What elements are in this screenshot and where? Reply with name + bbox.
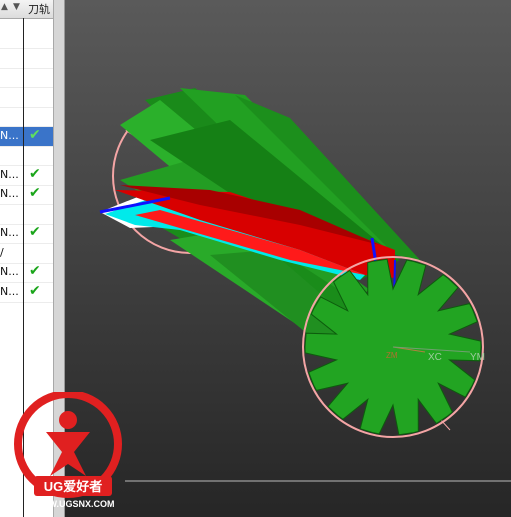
- navigator-row[interactable]: [0, 88, 53, 108]
- toolpath-ok-check-icon: ✔: [29, 185, 41, 201]
- navigator-row[interactable]: N... ✔: [0, 126, 53, 147]
- navigator-row[interactable]: N... ✔: [0, 283, 53, 303]
- operation-name: N...: [0, 128, 19, 142]
- toolpath-ok-check-icon: ✔: [29, 224, 41, 240]
- toolpath-column-header[interactable]: 刀轨: [28, 1, 50, 17]
- navigator-row[interactable]: [0, 107, 53, 127]
- navigator-row[interactable]: [0, 29, 53, 49]
- operation-name: N...: [0, 167, 19, 181]
- scroll-up-arrow-icon[interactable]: ▲: [1, 2, 8, 12]
- watermark-figure-icon: [46, 432, 90, 476]
- toolpath-ok-check-icon: ✔: [29, 282, 41, 299]
- watermark-logo-text: UG爱好者: [44, 479, 103, 494]
- navigator-row[interactable]: [0, 205, 53, 225]
- operation-name: N...: [0, 187, 19, 200]
- toolpath-ok-check-icon: ✔: [29, 165, 41, 182]
- navigator-row[interactable]: N... ✔: [0, 185, 53, 205]
- operation-name: N...: [0, 265, 19, 278]
- operation-name: /: [0, 245, 4, 259]
- operation-name: N...: [0, 284, 19, 298]
- navigator-row[interactable]: [0, 146, 53, 166]
- watermark-head-icon: [59, 411, 77, 429]
- navigator-row[interactable]: [0, 49, 53, 69]
- navigator-header: ▲ ▼ 刀轨: [0, 0, 53, 19]
- ugsnx-watermark: UG爱好者 WWW.UGSNX.COM: [14, 392, 122, 509]
- navigator-row[interactable]: N... ✔: [0, 166, 53, 186]
- navigator-row[interactable]: N... ✔: [0, 263, 53, 283]
- scroll-down-arrow-icon[interactable]: ▼: [13, 2, 20, 12]
- watermark-url: WWW.UGSNX.COM: [32, 499, 115, 509]
- operation-name: N...: [0, 226, 19, 239]
- navigator-row[interactable]: [0, 68, 53, 88]
- navigator-row[interactable]: N... ✔: [0, 224, 53, 244]
- toolpath-ok-check-icon: ✔: [29, 126, 41, 143]
- toolpath-ok-check-icon: ✔: [29, 263, 41, 279]
- navigator-row[interactable]: /: [0, 244, 53, 264]
